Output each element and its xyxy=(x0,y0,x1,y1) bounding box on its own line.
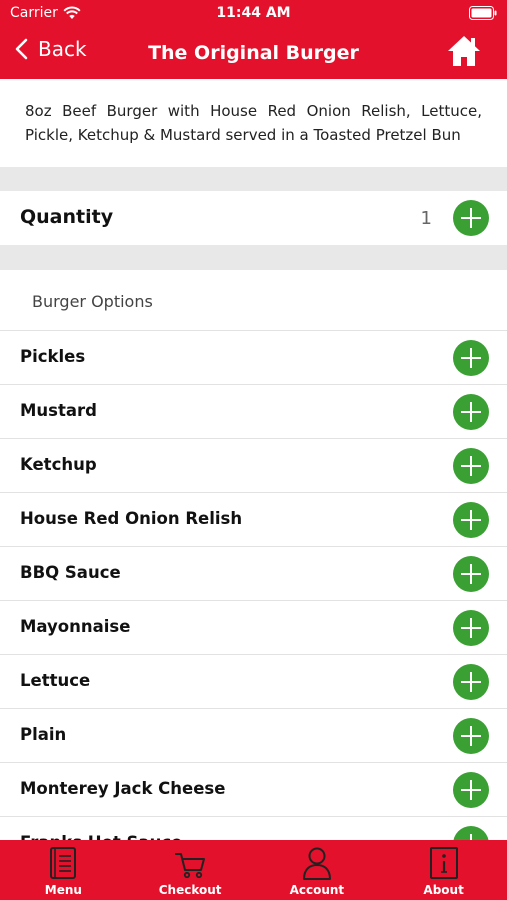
option-label: Lettuce xyxy=(20,671,91,690)
status-time: 11:44 AM xyxy=(216,5,291,21)
option-item-ketchup[interactable]: Ketchup xyxy=(0,438,507,492)
add-option-button[interactable] xyxy=(453,556,489,592)
option-item-bbq-sauce[interactable]: BBQ Sauce xyxy=(0,546,507,600)
quantity-increase-button[interactable] xyxy=(453,200,489,236)
add-option-button[interactable] xyxy=(453,772,489,808)
tab-label: Account xyxy=(289,883,345,897)
option-label: Monterey Jack Cheese xyxy=(20,779,226,798)
chevron-left-icon xyxy=(15,38,28,60)
nav-bar: Back The Original Burger xyxy=(0,28,507,79)
add-option-button[interactable] xyxy=(453,664,489,700)
add-option-button[interactable] xyxy=(453,340,489,376)
tab-bar: Menu Checkout Account About xyxy=(0,840,507,900)
option-item-plain[interactable]: Plain xyxy=(0,708,507,762)
option-label: Mustard xyxy=(20,401,97,420)
add-option-button[interactable] xyxy=(453,610,489,646)
option-label: Plain xyxy=(20,725,67,744)
add-option-button[interactable] xyxy=(453,718,489,754)
top-bar: Carrier 11:44 AM Back The Original Burge… xyxy=(0,0,507,79)
tab-about[interactable]: About xyxy=(380,840,507,900)
add-option-button[interactable] xyxy=(453,502,489,538)
option-label: BBQ Sauce xyxy=(20,563,121,582)
home-icon[interactable] xyxy=(446,34,482,68)
add-option-button[interactable] xyxy=(453,394,489,430)
option-label: Pickles xyxy=(20,347,86,366)
option-item-pickles[interactable]: Pickles xyxy=(0,330,507,384)
option-item-monterey-jack-cheese[interactable]: Monterey Jack Cheese xyxy=(0,762,507,816)
option-label: House Red Onion Relish xyxy=(20,509,243,528)
section-separator xyxy=(0,167,507,191)
tab-checkout[interactable]: Checkout xyxy=(127,840,254,900)
option-label: Mayonnaise xyxy=(20,617,131,636)
back-button[interactable]: Back xyxy=(14,37,87,61)
options-list: Pickles Mustard Ketchup House Red Onion … xyxy=(0,330,507,870)
tab-account[interactable]: Account xyxy=(254,840,381,900)
tab-label: Checkout xyxy=(158,883,222,897)
quantity-label: Quantity xyxy=(20,206,114,228)
user-icon xyxy=(302,847,331,880)
battery-icon xyxy=(469,6,497,20)
option-item-mustard[interactable]: Mustard xyxy=(0,384,507,438)
section-separator xyxy=(0,245,507,270)
options-section-header: Burger Options xyxy=(0,270,507,330)
quantity-value: 1 xyxy=(420,208,432,229)
option-item-house-red-onion-relish[interactable]: House Red Onion Relish xyxy=(0,492,507,546)
tab-label: Menu xyxy=(44,883,82,897)
option-item-mayonnaise[interactable]: Mayonnaise xyxy=(0,600,507,654)
item-description: 8oz Beef Burger with House Red Onion Rel… xyxy=(25,102,482,144)
info-icon xyxy=(429,847,458,879)
tab-menu[interactable]: Menu xyxy=(0,840,127,900)
cart-icon xyxy=(175,853,206,879)
back-label: Back xyxy=(38,37,87,61)
add-option-button[interactable] xyxy=(453,448,489,484)
quantity-row: Quantity 1 xyxy=(0,191,507,245)
status-bar: Carrier 11:44 AM xyxy=(0,0,507,28)
options-section-title: Burger Options xyxy=(32,292,153,311)
menu-book-icon xyxy=(50,847,77,879)
option-item-lettuce[interactable]: Lettuce xyxy=(0,654,507,708)
tab-label: About xyxy=(423,883,464,897)
option-label: Ketchup xyxy=(20,455,97,474)
